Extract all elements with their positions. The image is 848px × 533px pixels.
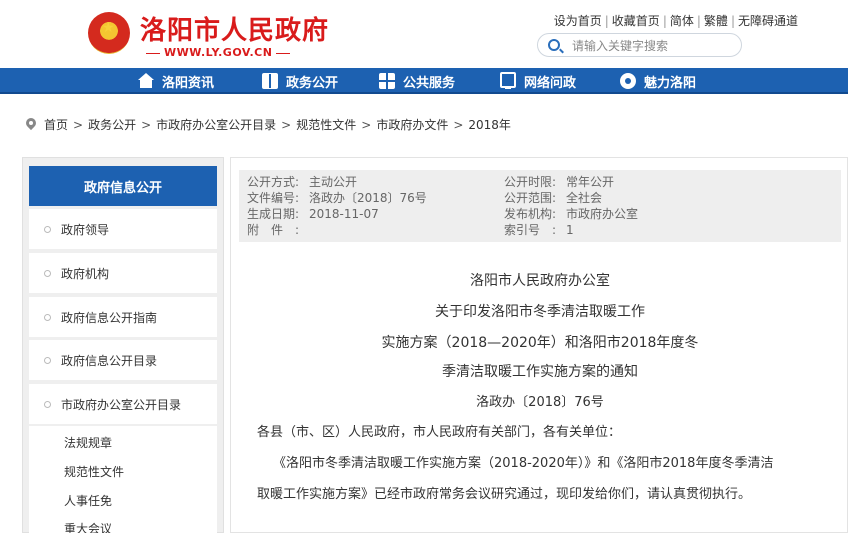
breadcrumb: 首页 > 政务公开 > 市政府办公室公开目录 > 规范性文件 > 市政府办文件 … [26,116,511,133]
document-paragraph-line: 《洛阳市冬季清洁取暖工作实施方案（2018-2020年）》和《洛阳市2018年度… [273,456,774,471]
meta-index-number: 索引号 :1 [504,223,574,237]
breadcrumb-government-affairs[interactable]: 政务公开 [88,116,136,133]
document-salutation: 各县（市、区）人民政府，市人民政府有关部门，各有关单位： [257,425,622,440]
sidebar-item-disclosure-guide[interactable]: 政府信息公开指南 [29,297,217,337]
bookmark-link[interactable]: 收藏首页 [612,14,660,28]
meta-disclosure-scope: 公开范围: 全社会 [504,191,603,205]
nav-item-government-affairs[interactable]: 政务公开 [262,68,338,94]
grid-icon [379,73,395,89]
site-url: WWW.LY.GOV.CN [142,46,294,59]
document-metadata: 公开方式: 主动公开 文件编号: 洛政办〔2018〕76号 生成日期: 2018-11… [239,170,841,242]
sidebar-item-disclosure-directory[interactable]: 政府信息公开目录 [29,340,217,380]
main-nav: 洛阳资讯 政务公开 公共服务 网络问政 魅力洛阳 [0,68,848,94]
accessibility-link[interactable]: 无障碍通道 [738,14,798,28]
site-title[interactable]: 洛阳市人民政府 [140,10,329,47]
monitor-icon [500,71,516,89]
site-header: ★ 洛阳市人民政府 WWW.LY.GOV.CN 设为首页 | 收藏首页 | 简体 | 繁體 |… [0,0,848,68]
sidebar-sub-list: 法规规章 规范性文件 人事任免 重大会议 [29,426,217,533]
breadcrumb-office-documents[interactable]: 市政府办文件 [376,116,448,133]
meta-disclosure-method: 公开方式: 主动公开 [247,175,358,189]
document-title-line: 关于印发洛阳市冬季清洁取暖工作 [435,304,645,320]
nav-item-online-inquiry[interactable]: 网络问政 [500,68,576,94]
search-icon[interactable] [548,39,560,51]
bullet-icon [44,269,51,277]
breadcrumb-separator: > [361,117,372,132]
breadcrumb-separator: > [141,117,152,132]
sub-item-major-meetings[interactable]: 重大会议 [64,520,112,533]
meta-publishing-agency: 发布机构: 市政府办公室 [504,207,639,221]
breadcrumb-separator: > [281,117,292,132]
top-links: 设为首页 | 收藏首页 | 简体 | 繁體 | 无障碍通道 [553,14,798,28]
sidebar-item-government-agencies[interactable]: 政府机构 [29,253,217,293]
sidebar-item-office-directory[interactable]: 市政府办公室公开目录 [29,384,217,424]
sidebar: 政府信息公开 政府领导 政府机构 政府信息公开指南 政府信息公开目录 市政府办公… [22,157,224,533]
breadcrumb-office-directory[interactable]: 市政府办公室公开目录 [156,116,276,133]
breadcrumb-year[interactable]: 2018年 [468,116,511,133]
traditional-chinese-link[interactable]: 繁體 [704,14,728,28]
breadcrumb-home[interactable]: 首页 [44,116,68,133]
meta-created-date: 生成日期: 2018-11-07 [247,207,379,221]
breadcrumb-separator: > [453,117,464,132]
nav-item-public-service[interactable]: 公共服务 [379,68,455,94]
simplified-chinese-link[interactable]: 简体 [670,14,694,28]
document-number: 洛政办〔2018〕76号 [476,395,604,410]
breadcrumb-normative-documents[interactable]: 规范性文件 [296,116,356,133]
sub-item-regulations[interactable]: 法规规章 [64,434,112,451]
sub-item-normative-documents[interactable]: 规范性文件 [64,463,124,480]
meta-document-number: 文件编号: 洛政办〔2018〕76号 [247,191,427,205]
document-paragraph-line: 取暖工作实施方案》已经市政府常务会议研究通过，现印发给你们，请认真贯彻执行。 [257,487,752,502]
document-title-line: 季清洁取暖工作实施方案的通知 [442,364,638,380]
bullet-icon [44,356,51,364]
sub-item-personnel-appointments[interactable]: 人事任免 [64,492,112,509]
nav-item-charming-luoyang[interactable]: 魅力洛阳 [620,68,696,94]
search-box [537,33,742,57]
document-title-line: 实施方案（2018—2020年）和洛阳市2018年度冬 [381,335,699,351]
compass-icon [620,73,636,89]
bullet-icon [44,400,51,408]
breadcrumb-separator: > [73,117,84,132]
document-title-line: 洛阳市人民政府办公室 [470,273,610,289]
sidebar-item-government-leaders[interactable]: 政府领导 [29,209,217,249]
bullet-icon [44,313,51,321]
bullet-icon [44,225,51,233]
sidebar-title: 政府信息公开 [29,166,217,206]
house-icon [138,73,154,89]
search-input[interactable] [572,37,732,54]
nav-item-luoyang-news[interactable]: 洛阳资讯 [138,68,214,94]
main-content: 公开方式: 主动公开 文件编号: 洛政办〔2018〕76号 生成日期: 2018-11… [230,157,848,533]
meta-disclosure-period: 公开时限: 常年公开 [504,175,615,189]
meta-attachment: 附 件 : [247,223,300,237]
set-homepage-link[interactable]: 设为首页 [554,14,602,28]
location-pin-icon [26,118,36,132]
book-icon [262,73,278,89]
national-emblem-icon: ★ [88,12,130,54]
